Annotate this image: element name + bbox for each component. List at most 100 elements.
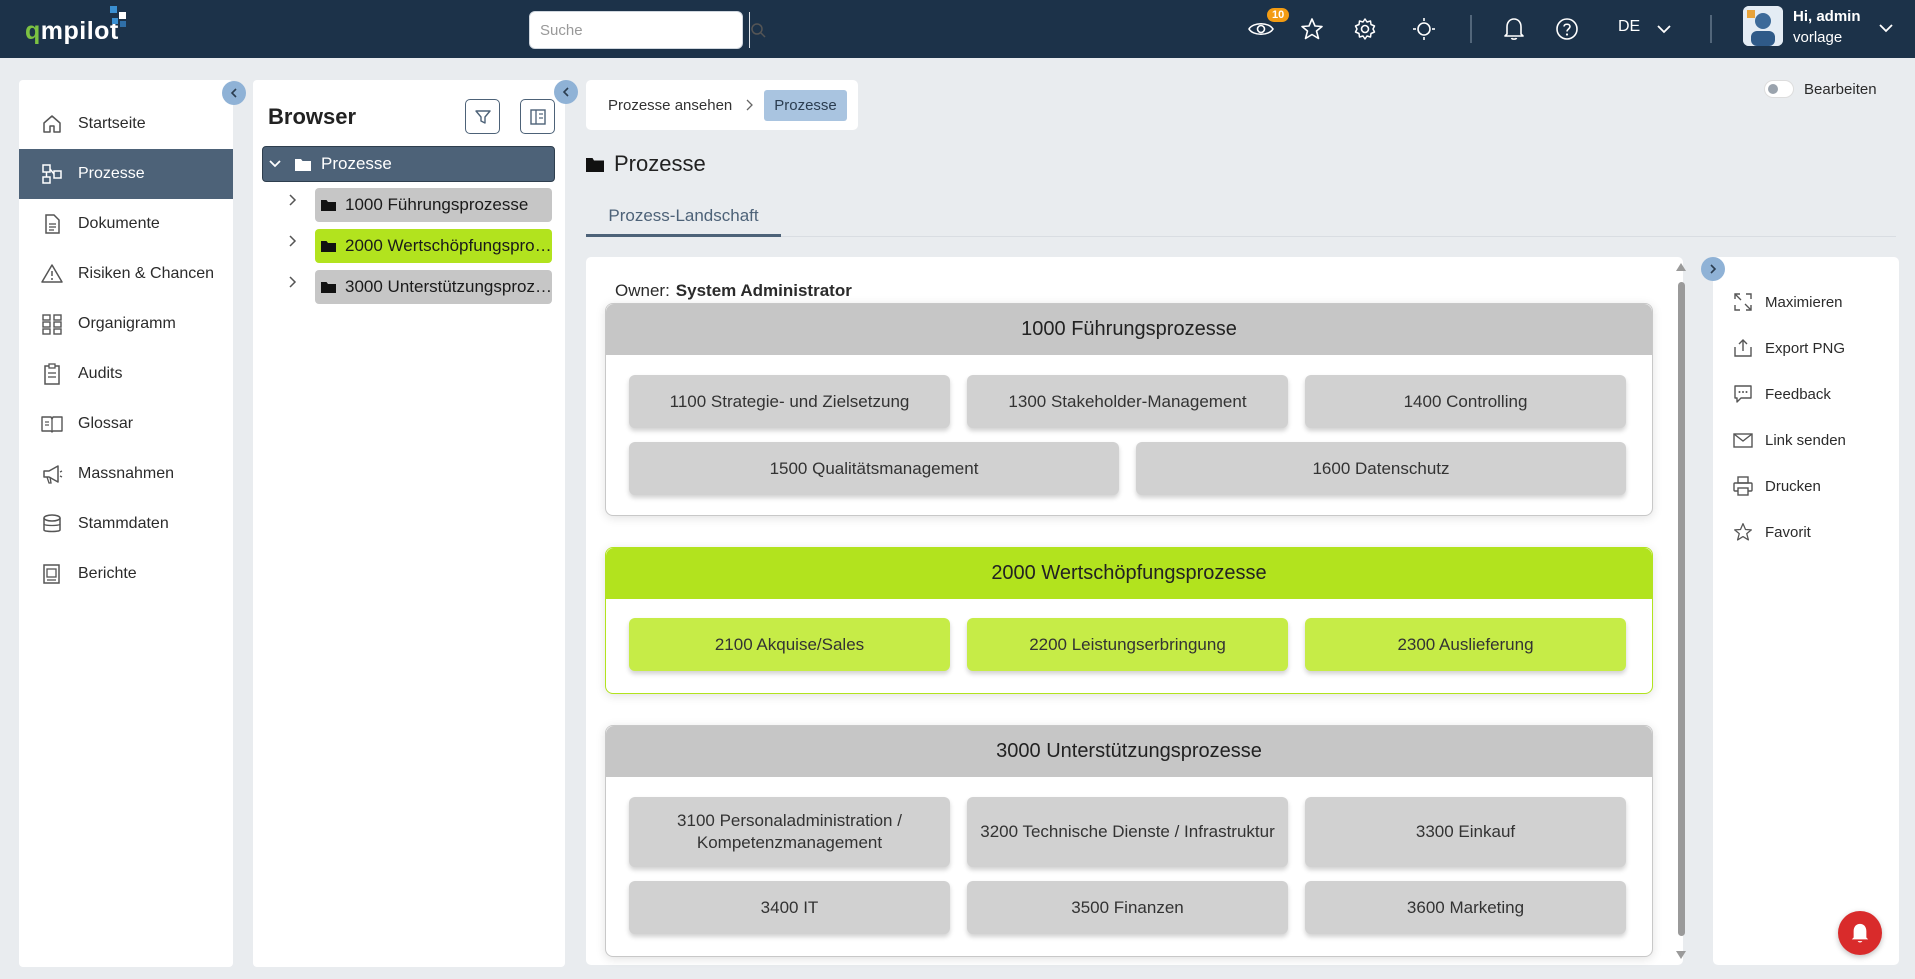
- send-link-action[interactable]: Link senden: [1732, 429, 1846, 451]
- scroll-up-arrow-icon[interactable]: [1675, 262, 1687, 272]
- tree-node-3000[interactable]: 3000 Unterstützungsprozesse: [315, 270, 552, 304]
- greeting: Hi, admin: [1793, 8, 1861, 25]
- help-button[interactable]: [1554, 16, 1580, 42]
- sidebar-item-startseite[interactable]: Startseite: [19, 99, 233, 149]
- chevron-left-icon: [230, 88, 237, 98]
- sidebar-item-label: Dokumente: [78, 215, 160, 232]
- filter-button[interactable]: [465, 99, 500, 134]
- toggle-switch[interactable]: [1764, 80, 1794, 98]
- sidebar-item-stammdaten[interactable]: Stammdaten: [19, 499, 233, 549]
- owner-name: System Administrator: [675, 281, 852, 300]
- process-group-2000: 2000 Wertschöpfungsprozesse 2100 Akquise…: [605, 547, 1653, 694]
- search-input[interactable]: [530, 12, 749, 48]
- process-group-title[interactable]: 3000 Unterstützungsprozesse: [606, 726, 1652, 777]
- settings-button[interactable]: [1352, 16, 1378, 42]
- export-png-action[interactable]: Export PNG: [1732, 337, 1845, 359]
- action-label: Favorit: [1765, 523, 1811, 541]
- user-menu[interactable]: Hi, admin vorlage: [1793, 6, 1861, 48]
- actions-panel: Maximieren Export PNG Feedback Link send…: [1713, 257, 1899, 965]
- process-box-3500[interactable]: 3500 Finanzen: [967, 881, 1288, 934]
- sidebar-item-label: Startseite: [78, 115, 146, 132]
- sidebar-item-berichte[interactable]: Berichte: [19, 549, 233, 599]
- action-label: Drucken: [1765, 477, 1821, 495]
- print-action[interactable]: Drucken: [1732, 475, 1821, 497]
- tree-root-prozesse[interactable]: Prozesse: [262, 146, 555, 182]
- search-button[interactable]: [749, 12, 766, 48]
- theme-toggle-button[interactable]: [1411, 16, 1437, 42]
- sidebar-collapse-button[interactable]: [222, 81, 246, 105]
- sidebar-item-glossar[interactable]: Glossar: [19, 399, 233, 449]
- sidebar-item-label: Audits: [78, 365, 123, 382]
- process-box-2100[interactable]: 2100 Akquise/Sales: [629, 618, 950, 671]
- tree-view-button[interactable]: [520, 99, 555, 134]
- logo-squares-icon: [110, 6, 126, 27]
- favorites-button[interactable]: [1299, 16, 1325, 42]
- scroll-thumb[interactable]: [1678, 282, 1685, 936]
- process-box-2300[interactable]: 2300 Auslieferung: [1305, 618, 1626, 671]
- process-box-1300[interactable]: 1300 Stakeholder-Management: [967, 375, 1288, 428]
- sidebar-item-prozesse[interactable]: Prozesse: [19, 149, 233, 199]
- notifications-button[interactable]: [1501, 16, 1527, 42]
- process-box-3600[interactable]: 3600 Marketing: [1305, 881, 1626, 934]
- avatar[interactable]: [1743, 6, 1783, 46]
- sidebar-item-label: Risiken & Chancen: [78, 265, 215, 282]
- tree-node-2000[interactable]: 2000 Wertschöpfungsprozesse: [315, 229, 552, 263]
- process-box-3300[interactable]: 3300 Einkauf: [1305, 797, 1626, 867]
- process-box-3400[interactable]: 3400 IT: [629, 881, 950, 934]
- database-icon: [41, 513, 63, 535]
- edit-toggle[interactable]: Bearbeiten: [1764, 80, 1877, 98]
- chevron-right-icon[interactable]: [287, 194, 299, 206]
- sidebar-item-dokumente[interactable]: Dokumente: [19, 199, 233, 249]
- process-box-1500[interactable]: 1500 Qualitätsmanagement: [629, 442, 1119, 495]
- tree-root-label: Prozesse: [321, 154, 392, 173]
- breadcrumb-parent[interactable]: Prozesse ansehen: [608, 97, 732, 114]
- process-group-title[interactable]: 1000 Führungsprozesse: [606, 304, 1652, 355]
- browser-collapse-button[interactable]: [554, 80, 578, 104]
- chevron-down-icon[interactable]: [1879, 24, 1893, 33]
- sun-icon: [1413, 18, 1435, 40]
- sidebar-item-label: Massnahmen: [78, 465, 175, 482]
- tab-prozess-landschaft[interactable]: Prozess-Landschaft: [586, 198, 781, 237]
- actions-panel-toggle-button[interactable]: [1701, 257, 1725, 281]
- scroll-down-arrow-icon[interactable]: [1675, 950, 1687, 960]
- bell-icon: [1504, 18, 1524, 40]
- tree-node-1000[interactable]: 1000 Führungsprozesse: [315, 188, 552, 222]
- language-selector[interactable]: DE: [1618, 18, 1640, 36]
- process-box-1100[interactable]: 1100 Strategie- und Zielsetzung: [629, 375, 950, 428]
- process-group-title[interactable]: 2000 Wertschöpfungsprozesse: [606, 548, 1652, 599]
- sidebar-item-risiken[interactable]: Risiken & Chancen: [19, 249, 233, 299]
- sidebar-item-massnahmen[interactable]: Massnahmen: [19, 449, 233, 499]
- favorite-action[interactable]: Favorit: [1732, 521, 1811, 543]
- tree-node-label: 3000 Unterstützungsprozesse: [345, 277, 552, 296]
- megaphone-icon: [41, 463, 63, 485]
- process-box-3100[interactable]: 3100 Personaladministration / Kompetenzm…: [629, 797, 950, 867]
- tree-node-label: 2000 Wertschöpfungsprozesse: [345, 236, 552, 255]
- browser-panel: Browser Prozesse 1000 Führungsprozesse 2…: [253, 80, 565, 967]
- folder-icon: [295, 158, 311, 171]
- page-title-text: Prozesse: [614, 151, 706, 176]
- help-icon: [1556, 18, 1578, 40]
- maximize-action[interactable]: Maximieren: [1732, 291, 1843, 313]
- feedback-action[interactable]: Feedback: [1732, 383, 1831, 405]
- chevron-down-icon[interactable]: [1657, 25, 1671, 34]
- landscape-scrollbar[interactable]: [1674, 262, 1688, 964]
- sidebar-item-audits[interactable]: Audits: [19, 349, 233, 399]
- chevron-down-icon[interactable]: [269, 160, 281, 168]
- process-box-2200[interactable]: 2200 Leistungserbringung: [967, 618, 1288, 671]
- sidebar-item-organigramm[interactable]: Organigramm: [19, 299, 233, 349]
- chevron-right-icon[interactable]: [287, 235, 299, 247]
- page-title: Prozesse: [586, 151, 706, 177]
- breadcrumb-current[interactable]: Prozesse: [764, 89, 847, 121]
- app-logo[interactable]: qmpilot: [25, 6, 126, 46]
- folder-icon: [321, 282, 336, 293]
- chevron-right-icon[interactable]: [287, 276, 299, 288]
- process-box-1600[interactable]: 1600 Datenschutz: [1136, 442, 1626, 495]
- gear-icon: [1354, 18, 1376, 40]
- org-chart-icon: [41, 313, 63, 335]
- notification-fab-button[interactable]: [1838, 911, 1882, 955]
- clipboard-icon: [41, 363, 63, 385]
- tree-view-icon: [529, 108, 546, 125]
- process-box-1400[interactable]: 1400 Controlling: [1305, 375, 1626, 428]
- report-icon: [41, 563, 63, 585]
- process-box-3200[interactable]: 3200 Technische Dienste / Infrastruktur: [967, 797, 1288, 867]
